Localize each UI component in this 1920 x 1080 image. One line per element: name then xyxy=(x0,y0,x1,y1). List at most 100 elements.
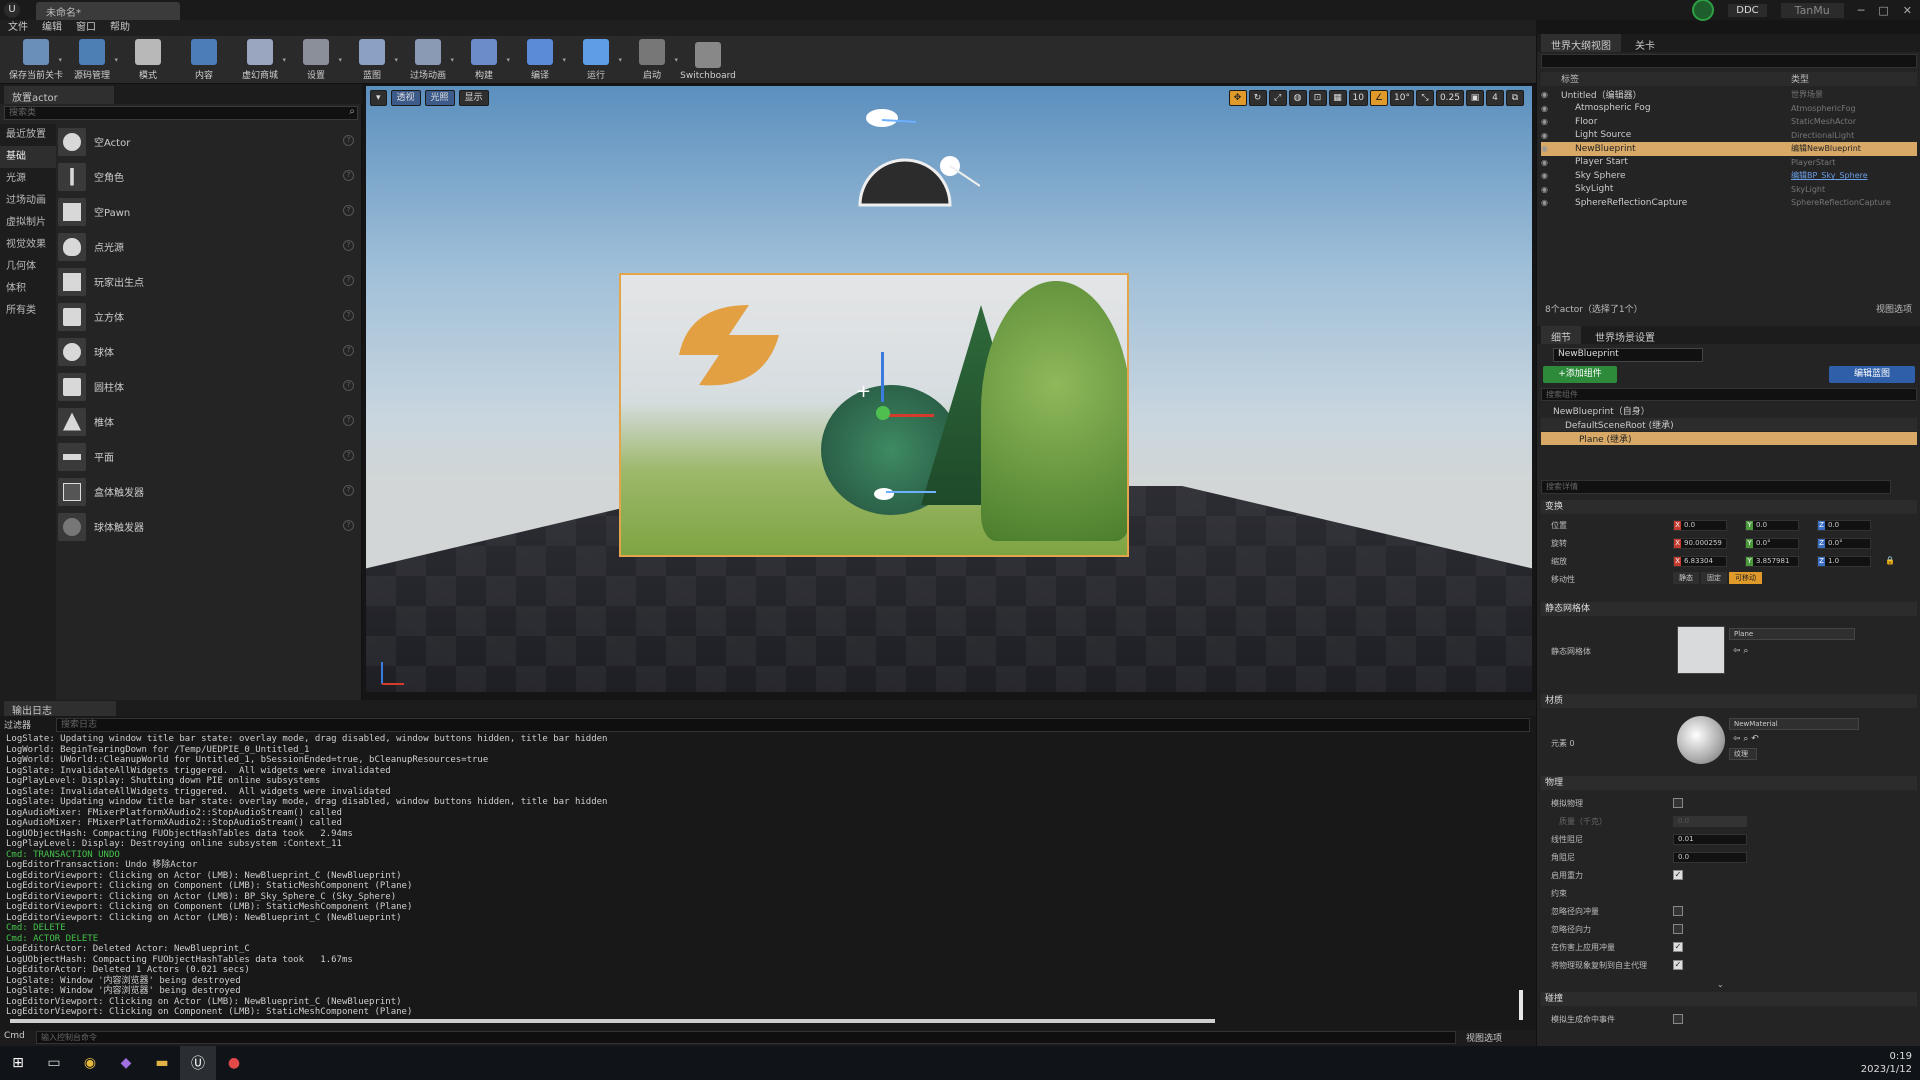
static-mesh-thumbnail[interactable] xyxy=(1677,626,1725,674)
actor-item[interactable]: 球体触发器? xyxy=(58,509,360,544)
section-transform[interactable]: 变换 xyxy=(1541,500,1917,514)
menu-file[interactable]: 文件 xyxy=(8,20,28,36)
dropdown-arrow-icon[interactable]: ▾ xyxy=(618,56,622,64)
tab-place-actors[interactable]: 放置actor xyxy=(4,86,114,104)
toolbar-modes-button[interactable]: 模式 xyxy=(120,36,176,84)
outliner-row[interactable]: ◉ Atmospheric Fog AtmosphericFog xyxy=(1541,102,1917,116)
actor-item[interactable]: 立方体? xyxy=(58,299,360,334)
col-type[interactable]: 类型 xyxy=(1791,72,1809,86)
perspective-button[interactable]: 透视 xyxy=(390,90,421,106)
mobility-static[interactable]: 静态 xyxy=(1673,572,1699,584)
log-search-input[interactable]: 搜索日志 xyxy=(56,718,1530,732)
maximize-viewport-icon[interactable]: ⧉ xyxy=(1506,90,1524,106)
rot-x-field[interactable]: X 90.000259 xyxy=(1673,538,1727,549)
cmd-dropdown[interactable]: Cmd xyxy=(4,1031,25,1041)
dropdown-arrow-icon[interactable]: ▾ xyxy=(450,56,454,64)
gizmo-center[interactable] xyxy=(876,406,890,420)
dropdown-arrow-icon[interactable]: ▾ xyxy=(506,56,510,64)
ignore-radial-force-checkbox[interactable] xyxy=(1673,924,1683,934)
help-icon[interactable]: ? xyxy=(343,205,354,216)
chrome-icon[interactable]: ◉ xyxy=(72,1046,108,1080)
help-icon[interactable]: ? xyxy=(343,520,354,531)
level-tab[interactable]: 未命名* xyxy=(36,2,180,20)
translate-tool-icon[interactable]: ✥ xyxy=(1228,90,1247,106)
toolbar-settings-button[interactable]: 设置 ▾ xyxy=(288,36,344,84)
rotation-snap-icon[interactable]: ∠ xyxy=(1370,90,1388,106)
windows-icon[interactable]: ⊞ xyxy=(0,1046,36,1080)
log-horizontal-scrollbar[interactable] xyxy=(10,1019,1215,1023)
visibility-eye-icon[interactable]: ◉ xyxy=(1541,144,1561,153)
section-physics[interactable]: 物理 xyxy=(1541,776,1917,790)
gizmo-z-axis[interactable] xyxy=(881,352,884,402)
sim-physics-checkbox[interactable] xyxy=(1673,798,1683,808)
outliner-row[interactable]: ◉ Sky Sphere 编辑BP_Sky_Sphere xyxy=(1541,169,1917,183)
toolbar-cinematics-button[interactable]: 过场动画 ▾ xyxy=(400,36,456,84)
search-icon[interactable]: ⌕ xyxy=(349,106,355,117)
outliner-row[interactable]: ◉ Untitled（编辑器） 世界场景 xyxy=(1541,88,1917,102)
material-combo[interactable]: NewMaterial xyxy=(1729,718,1859,730)
log-vertical-scrollbar[interactable] xyxy=(1519,990,1523,1020)
toolbar-build-button[interactable]: 构建 ▾ xyxy=(456,36,512,84)
outliner-row[interactable]: ◉ NewBlueprint 编辑NewBlueprint xyxy=(1541,142,1917,156)
scale-snap-icon[interactable]: ⤡ xyxy=(1415,90,1434,106)
ddc-indicator[interactable]: DDC xyxy=(1728,3,1767,17)
toolbar-play-button[interactable]: 运行 ▾ xyxy=(568,36,624,84)
actor-item[interactable]: 平面? xyxy=(58,439,360,474)
section-collision[interactable]: 碰撞 xyxy=(1541,992,1917,1006)
use-selected-icon[interactable]: ⇦ ⌕ xyxy=(1733,646,1748,656)
visibility-eye-icon[interactable]: ◉ xyxy=(1541,117,1561,126)
section-static-mesh[interactable]: 静态网格体 xyxy=(1541,602,1917,616)
mass-label-field[interactable]: 0.0 xyxy=(1673,816,1747,827)
visibility-eye-icon[interactable]: ◉ xyxy=(1541,171,1561,180)
visual-studio-icon[interactable]: ◆ xyxy=(108,1046,144,1080)
close-icon[interactable]: ✕ xyxy=(1903,4,1912,17)
dropdown-arrow-icon[interactable]: ▾ xyxy=(562,56,566,64)
sky-sphere-icon[interactable] xyxy=(856,100,916,140)
actor-item[interactable]: 空Pawn? xyxy=(58,194,360,229)
help-icon[interactable]: ? xyxy=(343,485,354,496)
static-mesh-combo[interactable]: Plane xyxy=(1729,628,1855,640)
mobility-stationary[interactable]: 固定 xyxy=(1701,572,1727,584)
gravity-label-checkbox[interactable]: ✓ xyxy=(1673,870,1683,880)
record-icon[interactable] xyxy=(1692,0,1715,21)
rot-y-field[interactable]: Y 0.0° xyxy=(1745,538,1799,549)
visibility-eye-icon[interactable]: ◉ xyxy=(1541,158,1561,167)
world-space-icon[interactable]: ◍ xyxy=(1288,90,1307,106)
outliner-view-options[interactable]: 视图选项 xyxy=(1876,302,1912,315)
dropdown-arrow-icon[interactable]: ▾ xyxy=(338,56,342,64)
tab-world-outliner[interactable]: 世界大纲视图 xyxy=(1541,34,1621,52)
rotation-snap-value[interactable]: 10° xyxy=(1390,90,1414,106)
category-1[interactable]: 基础 xyxy=(0,146,56,168)
actor-item[interactable]: 球体? xyxy=(58,334,360,369)
component-default-scene-root[interactable]: DefaultSceneRoot (继承) xyxy=(1541,418,1917,431)
category-0[interactable]: 最近放置 xyxy=(0,124,56,146)
log-filter-button[interactable]: 过滤器 xyxy=(4,718,52,732)
sim-hit-events-checkbox[interactable] xyxy=(1673,1014,1683,1024)
texture-dropdown[interactable]: 纹理 xyxy=(1729,748,1757,760)
category-8[interactable]: 所有类 xyxy=(0,300,56,322)
class-search-input[interactable]: 搜索类 xyxy=(4,106,358,120)
user-name[interactable]: TanMu xyxy=(1780,2,1844,18)
toolbar-save-button[interactable]: 保存当前关卡 ▾ xyxy=(8,36,64,84)
loc-x-field[interactable]: X 0.0 xyxy=(1673,520,1727,531)
file-explorer-icon[interactable]: ▬ xyxy=(144,1046,180,1080)
category-5[interactable]: 视觉效果 xyxy=(0,234,56,256)
tab-levels[interactable]: 关卡 xyxy=(1625,34,1665,52)
help-icon[interactable]: ? xyxy=(343,310,354,321)
actor-item[interactable]: 空角色? xyxy=(58,159,360,194)
ignore-radial-impulse-checkbox[interactable] xyxy=(1673,906,1683,916)
visibility-eye-icon[interactable]: ◉ xyxy=(1541,198,1561,207)
grid-snap-value[interactable]: 10 xyxy=(1348,90,1368,106)
tab-world-settings[interactable]: 世界场景设置 xyxy=(1585,326,1665,344)
replicate-physics-checkbox[interactable]: ✓ xyxy=(1673,960,1683,970)
new-blueprint-plane[interactable] xyxy=(619,273,1129,557)
actor-item[interactable]: 空Actor? xyxy=(58,124,360,159)
rotate-tool-icon[interactable]: ↻ xyxy=(1248,90,1267,106)
dropdown-arrow-icon[interactable]: ▾ xyxy=(282,56,286,64)
help-icon[interactable]: ? xyxy=(343,170,354,181)
scale-y-field[interactable]: Y 3.857981 xyxy=(1745,556,1799,567)
actor-item[interactable]: 盒体触发器? xyxy=(58,474,360,509)
console-command-input[interactable]: 输入控制台命令 xyxy=(36,1031,1456,1044)
actor-item[interactable]: 玩家出生点? xyxy=(58,264,360,299)
ang-damp-label-field[interactable]: 0.0 xyxy=(1673,852,1747,863)
